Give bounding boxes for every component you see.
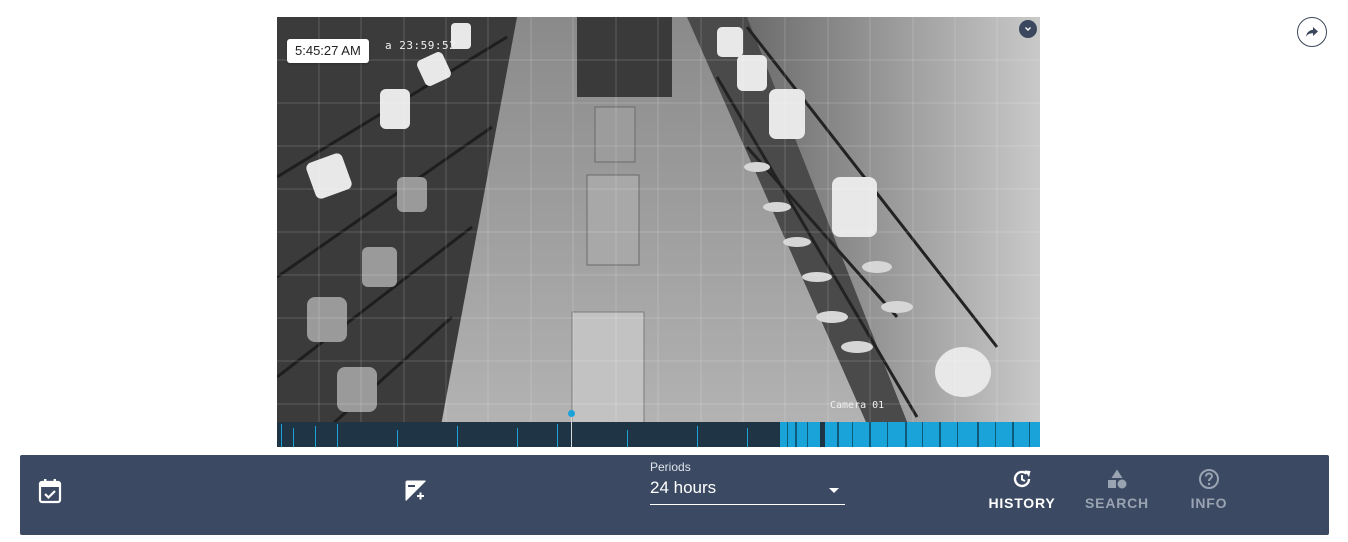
tab-search[interactable]: SEARCH [1085, 468, 1149, 520]
osd-timestamp: a 23:59:52 [385, 39, 457, 52]
bottom-toolbar: Periods 24 hours HISTORY SEARCH INFO [20, 455, 1329, 535]
exposure-button[interactable] [402, 477, 430, 505]
periods-select[interactable]: Periods 24 hours [650, 460, 845, 505]
camera-feed-image [277, 17, 1040, 447]
playback-time-badge: 5:45:27 AM [287, 39, 369, 63]
help-circle-icon [1199, 469, 1219, 489]
calendar-check-icon [38, 479, 62, 504]
timeline-scrubber[interactable] [277, 410, 1040, 447]
tab-info[interactable]: INFO [1188, 468, 1230, 520]
tab-info-label: INFO [1190, 495, 1228, 511]
dropdown-caret-icon [829, 488, 839, 493]
playhead-handle[interactable] [568, 410, 575, 417]
expand-menu-button[interactable] [1019, 20, 1037, 38]
tab-history-label: HISTORY [988, 495, 1056, 511]
shapes-icon [1108, 469, 1127, 489]
share-button[interactable] [1297, 17, 1327, 47]
tab-history[interactable]: HISTORY [988, 468, 1056, 520]
calendar-button[interactable] [36, 477, 64, 505]
recording-activity-bars [281, 422, 1040, 447]
osd-camera-label: Camera 01 [830, 400, 885, 411]
tab-search-label: SEARCH [1085, 495, 1149, 511]
periods-label: Periods [650, 460, 691, 474]
video-player[interactable]: a 23:59:52 Camera 01 5:45:27 AM [277, 17, 1040, 447]
periods-selected-value: 24 hours [650, 478, 717, 497]
share-arrow-icon [1306, 27, 1318, 37]
timeline-playhead[interactable] [568, 410, 575, 447]
select-underline [650, 504, 845, 505]
history-icon [1013, 470, 1031, 488]
chevron-down-icon [1025, 27, 1031, 31]
exposure-icon [405, 480, 427, 502]
